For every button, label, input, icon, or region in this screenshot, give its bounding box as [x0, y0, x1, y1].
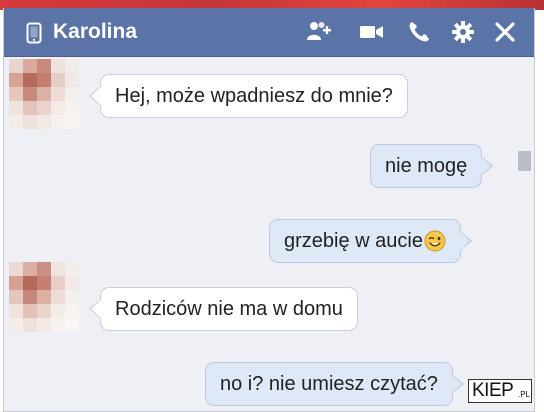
- scrollbar[interactable]: [518, 107, 531, 407]
- message-text: no i? nie umiesz czytać?: [220, 373, 438, 395]
- video-camera-icon[interactable]: [359, 20, 385, 44]
- message-text: Rodziców nie ma w domu: [115, 298, 343, 320]
- winking-smiley-icon: [424, 230, 446, 252]
- contact-avatar[interactable]: [9, 59, 79, 129]
- close-icon[interactable]: [492, 20, 518, 44]
- watermark-text: KIEP: [472, 380, 514, 401]
- message-bubble-outgoing[interactable]: grzebię w aucie: [269, 219, 472, 263]
- contact-name[interactable]: Karolina: [53, 20, 137, 44]
- add-person-icon[interactable]: [306, 20, 332, 44]
- phone-call-icon[interactable]: [407, 20, 433, 44]
- gear-icon[interactable]: [450, 20, 476, 44]
- phone-icon: [26, 22, 42, 44]
- chat-window: Karolina Hej, może wpadniesz do mnie? ni…: [3, 8, 535, 412]
- watermark-suffix: .PL: [518, 390, 531, 399]
- message-list[interactable]: Hej, może wpadniesz do mnie? nie mogę gr…: [4, 57, 534, 411]
- contact-avatar[interactable]: [9, 262, 79, 332]
- message-bubble-outgoing[interactable]: no i? nie umiesz czytać?: [205, 362, 464, 406]
- message-text: grzebię w aucie: [284, 230, 423, 252]
- message-bubble-incoming[interactable]: Hej, może wpadniesz do mnie?: [89, 74, 408, 118]
- message-bubble-outgoing[interactable]: nie mogę: [370, 144, 494, 188]
- site-watermark-logo: KIEP .PL: [468, 379, 532, 403]
- scrollbar-thumb[interactable]: [518, 151, 531, 171]
- message-text: nie mogę: [385, 155, 468, 177]
- message-text: Hej, może wpadniesz do mnie?: [115, 85, 393, 107]
- message-bubble-incoming[interactable]: Rodziców nie ma w domu: [89, 287, 358, 331]
- chat-title-bar[interactable]: Karolina: [4, 8, 534, 57]
